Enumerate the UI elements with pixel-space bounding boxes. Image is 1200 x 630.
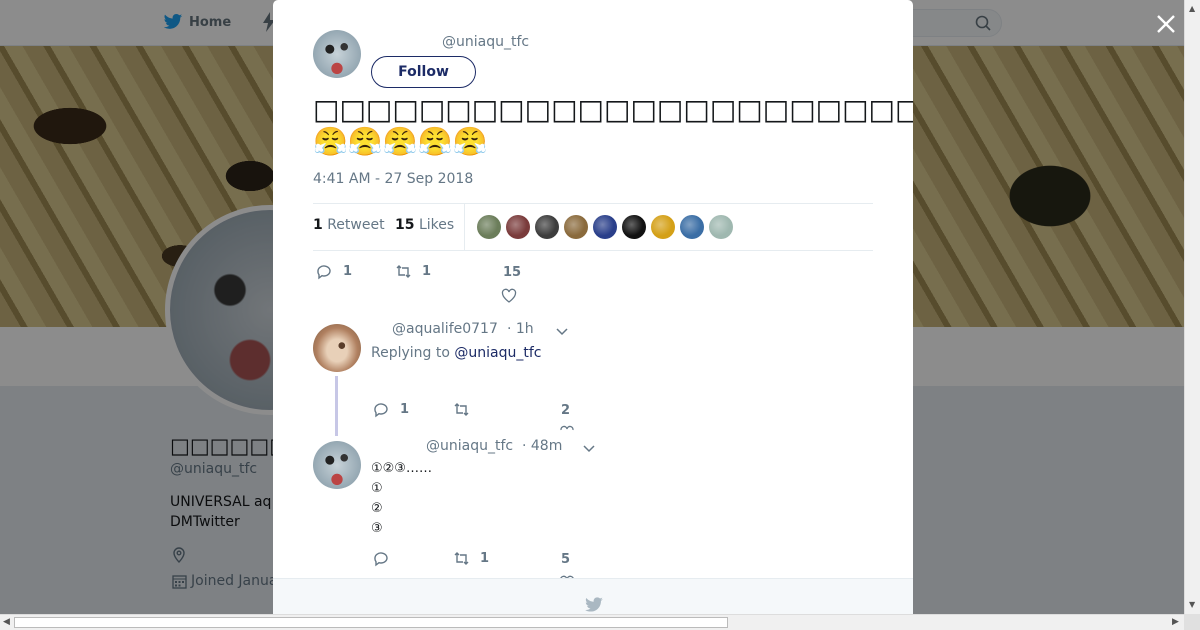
vertical-scrollbar[interactable]: ▲ ▼ — [1184, 0, 1200, 614]
scrollbar-corner — [1184, 614, 1200, 630]
retweet-icon — [454, 552, 469, 565]
liker-avatar[interactable] — [535, 215, 559, 239]
tweet-stats: 1 Retweet 15 Likes — [313, 203, 873, 251]
retweet-button[interactable] — [453, 401, 480, 418]
reply-count: 1 — [400, 402, 410, 417]
reply-time[interactable]: · 1h — [507, 321, 534, 337]
heart-icon[interactable] — [501, 288, 517, 304]
retweet-button[interactable]: 1 — [453, 550, 489, 567]
twitter-bird-icon — [585, 597, 603, 612]
reply-icon — [374, 403, 388, 418]
likes-stat[interactable]: 15 Likes — [395, 217, 454, 233]
replying-to: Replying to @uniaqu_tfc — [371, 345, 541, 361]
retweet-stat[interactable]: 1 Retweet — [313, 217, 385, 233]
retweet-label: Retweet — [327, 217, 385, 233]
retweet-icon — [396, 265, 411, 278]
close-icon — [1157, 15, 1175, 33]
reply-handle[interactable]: @uniaqu_tfc — [426, 438, 513, 454]
like-count: 5 — [561, 552, 571, 567]
reply-count: 1 — [343, 264, 353, 279]
follow-button[interactable]: Follow — [371, 56, 476, 88]
retweet-button[interactable]: 1 — [395, 263, 431, 280]
like-count: 2 — [561, 403, 571, 418]
liker-avatar[interactable] — [622, 215, 646, 239]
scroll-up-arrow[interactable]: ▲ — [1189, 4, 1195, 13]
modal-footer — [273, 578, 913, 614]
scrollbar-thumb[interactable] — [14, 617, 728, 628]
replying-prefix: Replying to — [371, 345, 450, 361]
reply-button[interactable] — [373, 550, 400, 567]
stats-divider — [464, 204, 465, 251]
retweet-count: 1 — [313, 217, 323, 233]
reply-handle[interactable]: @aqualife0717 — [392, 321, 498, 337]
liker-avatar[interactable] — [680, 215, 704, 239]
reply-avatar[interactable] — [313, 324, 361, 372]
reply-time[interactable]: · 48m — [522, 438, 562, 454]
reply-icon — [374, 552, 388, 567]
retweet-action-count: 1 — [422, 264, 432, 279]
liker-avatar[interactable] — [506, 215, 530, 239]
close-button[interactable] — [1152, 10, 1180, 38]
liker-avatars — [477, 215, 733, 239]
reply-button[interactable]: 1 — [373, 401, 409, 418]
replying-to-link[interactable]: @uniaqu_tfc — [454, 345, 541, 361]
tweet-modal: @uniaqu_tfc Follow □□□□□□□□□□□□□□□□□□□□□… — [273, 0, 913, 614]
retweet-icon — [454, 403, 469, 416]
retweet-action-count: 1 — [480, 551, 490, 566]
scroll-left-arrow[interactable]: ◀ — [3, 617, 10, 627]
liker-avatar[interactable] — [709, 215, 733, 239]
author-avatar[interactable] — [313, 30, 361, 78]
scroll-right-arrow[interactable]: ▶ — [1172, 617, 1179, 627]
tweet-timestamp: 4:41 AM - 27 Sep 2018 — [313, 171, 474, 187]
reply-avatar[interactable] — [313, 441, 361, 489]
author-handle[interactable]: @uniaqu_tfc — [442, 34, 529, 50]
liker-avatar[interactable] — [477, 215, 501, 239]
likes-count: 15 — [395, 217, 415, 233]
liker-avatar[interactable] — [651, 215, 675, 239]
reply-text: ①②③…… ① ② ③ — [371, 461, 432, 536]
liker-avatar[interactable] — [564, 215, 588, 239]
scroll-down-arrow[interactable]: ▼ — [1189, 600, 1195, 609]
chevron-down-icon[interactable] — [582, 444, 596, 454]
thread-line — [335, 376, 338, 436]
reply-icon — [317, 265, 331, 280]
liker-avatar[interactable] — [593, 215, 617, 239]
likes-label: Likes — [418, 217, 455, 233]
horizontal-scrollbar[interactable]: ◀ ▶ — [0, 614, 1184, 630]
tweet-text: □□□□□□□□□□□□□□□□□□□□□□□□□□□□□□□□□□□□□□□□… — [313, 93, 913, 158]
heart-icon[interactable] — [559, 425, 575, 431]
reply-button[interactable]: 1 — [316, 263, 352, 280]
like-count: 15 — [503, 265, 522, 280]
chevron-down-icon[interactable] — [555, 327, 569, 337]
